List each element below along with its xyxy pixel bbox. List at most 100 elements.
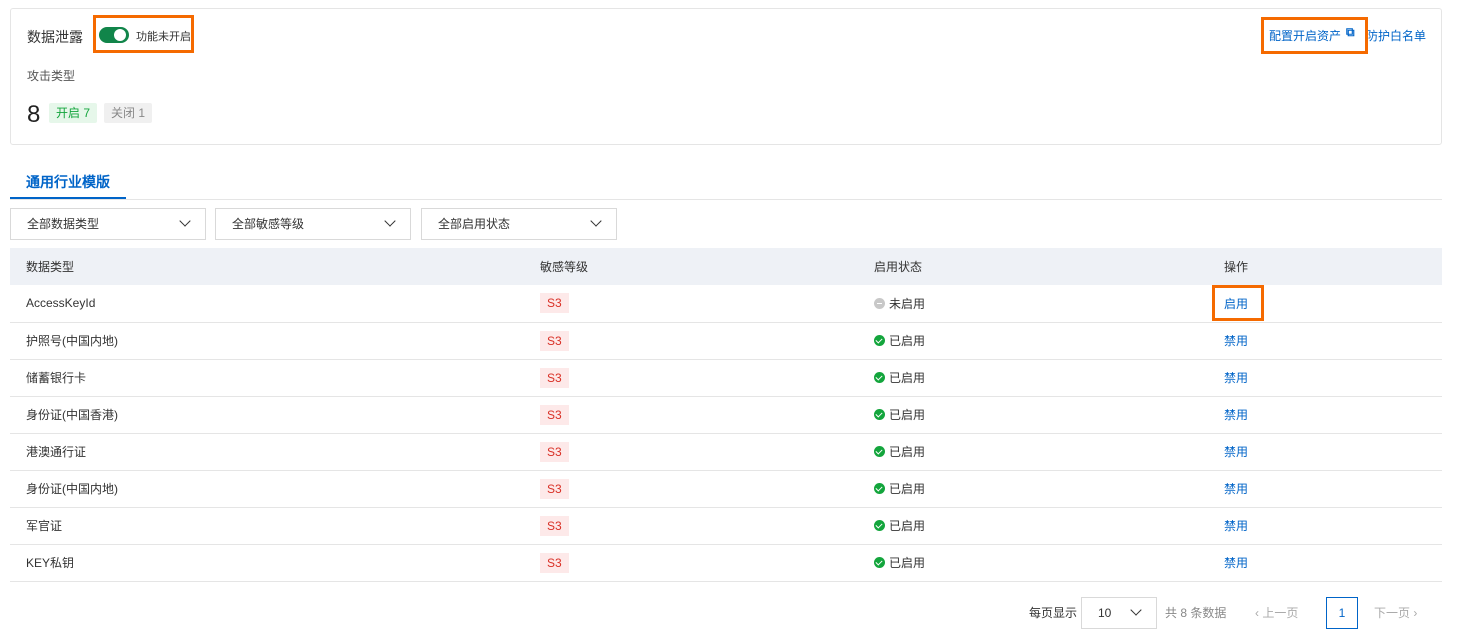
status-cell: 已启用 [858, 322, 1208, 360]
active-tab-indicator [10, 197, 126, 199]
chevron-down-icon [590, 215, 602, 227]
data-type-cell: 身份证(中国香港) [10, 396, 524, 434]
highlight-box [1261, 17, 1368, 54]
page-1-button[interactable]: 1 [1326, 597, 1358, 629]
sensitivity-cell: S3 [524, 470, 858, 508]
action-cell: 禁用 [1208, 544, 1442, 582]
sensitivity-cell: S3 [524, 396, 858, 434]
page-size-label: 每页显示 [1029, 606, 1078, 620]
table-row: 身份证(中国内地) S3 已启用 禁用 [10, 470, 1442, 508]
status-text: 已启用 [889, 371, 926, 385]
chevron-down-icon [384, 215, 396, 227]
sensitivity-badge: S3 [540, 367, 569, 388]
prev-page-button[interactable]: ‹ 上一页 [1255, 598, 1298, 628]
sensitivity-cell: S3 [524, 433, 858, 471]
status-select[interactable]: 全部启用状态 [421, 208, 617, 240]
check-circle-icon [874, 557, 885, 568]
data-type-cell: 军官证 [10, 507, 524, 545]
section-title: 数据泄露 [27, 29, 83, 45]
col-data-type: 数据类型 [10, 248, 524, 285]
check-circle-icon [874, 409, 885, 420]
data-type-cell: 储蓄银行卡 [10, 359, 524, 397]
status-cell: 已启用 [858, 359, 1208, 397]
sensitivity-badge: S3 [540, 293, 569, 314]
next-label: 下一页 [1374, 606, 1411, 620]
status-text: 已启用 [889, 556, 926, 570]
disable-button[interactable]: 禁用 [1224, 371, 1248, 385]
status-cell: 已启用 [858, 433, 1208, 471]
next-page-button[interactable]: 下一页 › [1374, 598, 1417, 628]
status-text: 已启用 [889, 408, 926, 422]
prev-label: 上一页 [1262, 606, 1299, 620]
highlight-box [93, 15, 194, 53]
action-cell: 禁用 [1208, 322, 1442, 360]
data-type-cell: KEY私钥 [10, 544, 524, 582]
disable-button[interactable]: 禁用 [1224, 556, 1248, 570]
minus-circle-icon [874, 297, 885, 309]
status-cell: 已启用 [858, 544, 1208, 582]
highlight-box [1212, 285, 1264, 321]
tab-general-template[interactable]: 通用行业模版 [26, 172, 110, 192]
select-value: 10 [1098, 606, 1112, 620]
data-type-cell: 身份证(中国内地) [10, 470, 524, 508]
tab-divider [10, 199, 1442, 200]
attack-type-label: 攻击类型 [27, 69, 76, 83]
status-text: 已启用 [889, 519, 926, 533]
status-cell: 已启用 [858, 396, 1208, 434]
sensitivity-badge: S3 [540, 404, 569, 425]
status-cell: 已启用 [858, 470, 1208, 508]
sensitivity-cell: S3 [524, 359, 858, 397]
page-size-select[interactable]: 10 [1081, 597, 1157, 629]
col-sensitivity: 敏感等级 [524, 248, 858, 285]
data-type-select[interactable]: 全部数据类型 [10, 208, 206, 240]
action-cell: 禁用 [1208, 359, 1442, 397]
status-text: 已启用 [889, 482, 926, 496]
data-type-cell: 港澳通行证 [10, 433, 524, 471]
check-circle-icon [874, 335, 885, 346]
sensitivity-cell: S3 [524, 285, 858, 323]
whitelist-link[interactable]: 防护白名单 [1366, 27, 1426, 44]
status-cell: 未启用 [858, 285, 1208, 323]
chevron-down-icon [179, 215, 191, 227]
attack-type-count: 8 [27, 101, 41, 128]
action-cell: 禁用 [1208, 507, 1442, 545]
table-row: KEY私钥 S3 已启用 禁用 [10, 544, 1442, 582]
action-cell: 禁用 [1208, 470, 1442, 508]
status-text: 未启用 [889, 296, 926, 311]
col-status: 启用状态 [858, 248, 1208, 285]
table-row: 港澳通行证 S3 已启用 禁用 [10, 433, 1442, 471]
table-row: 军官证 S3 已启用 禁用 [10, 507, 1442, 545]
check-circle-icon [874, 446, 885, 457]
table-row: 护照号(中国内地) S3 已启用 禁用 [10, 322, 1442, 360]
sensitivity-badge: S3 [540, 441, 569, 462]
sensitivity-cell: S3 [524, 507, 858, 545]
sensitivity-badge: S3 [540, 515, 569, 536]
sensitivity-badge: S3 [540, 552, 569, 573]
action-cell: 禁用 [1208, 433, 1442, 471]
select-value: 全部数据类型 [27, 217, 100, 231]
disable-button[interactable]: 禁用 [1224, 519, 1248, 533]
check-circle-icon [874, 520, 885, 531]
enabled-tag: 开启 7 [49, 103, 98, 123]
disable-button[interactable]: 禁用 [1224, 408, 1248, 422]
action-cell: 禁用 [1208, 396, 1442, 434]
chevron-down-icon [1130, 604, 1142, 616]
sensitivity-cell: S3 [524, 544, 858, 582]
data-type-cell: AccessKeyId [10, 285, 524, 323]
disable-button[interactable]: 禁用 [1224, 482, 1248, 496]
summary-card: 数据泄露 功能未开启 攻击类型 8 开启 7 关闭 1 配置开启资产 ⧉ 防护白… [10, 8, 1442, 145]
check-circle-icon [874, 372, 885, 383]
data-type-cell: 护照号(中国内地) [10, 322, 524, 360]
disable-button[interactable]: 禁用 [1224, 445, 1248, 459]
status-text: 已启用 [889, 334, 926, 348]
status-text: 已启用 [889, 445, 926, 459]
col-action: 操作 [1208, 248, 1442, 285]
sensitivity-select[interactable]: 全部敏感等级 [215, 208, 411, 240]
disabled-tag: 关闭 1 [104, 103, 153, 123]
disable-button[interactable]: 禁用 [1224, 334, 1248, 348]
table-row: 储蓄银行卡 S3 已启用 禁用 [10, 359, 1442, 397]
sensitivity-cell: S3 [524, 322, 858, 360]
sensitivity-badge: S3 [540, 330, 569, 351]
status-cell: 已启用 [858, 507, 1208, 545]
sensitivity-badge: S3 [540, 478, 569, 499]
